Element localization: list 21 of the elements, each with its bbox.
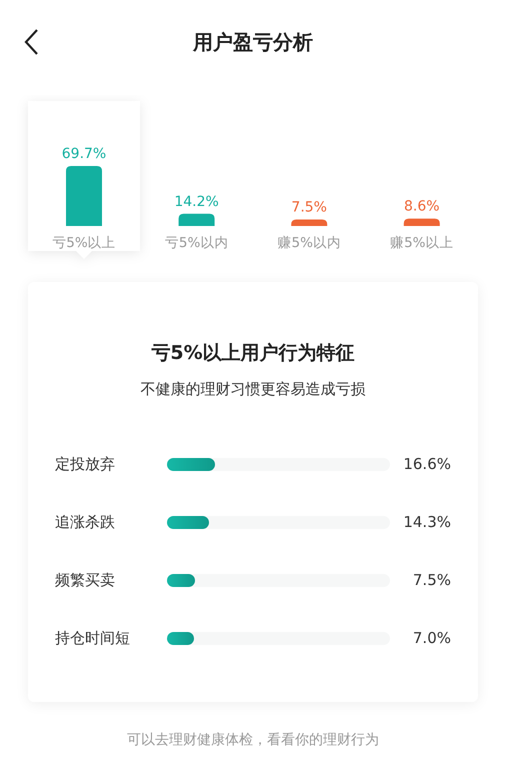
category-label[interactable]: 亏5%以内 [164,235,228,251]
value-label: 7.5% [291,200,327,216]
card-subtitle: 不健康的理财习惯更容易造成亏损 [140,380,366,399]
value-label: 8.6% [404,198,440,215]
trait-label: 定投放弃 [55,454,116,474]
category-label[interactable]: 赚5%以上 [390,235,454,251]
percentage-value: 14.3% [402,513,451,531]
back-icon[interactable] [22,28,40,56]
percentage-value: 16.6% [402,455,451,473]
trait-label: 频繁买卖 [55,570,116,590]
category-label[interactable]: 赚5%以内 [278,235,341,251]
percentage-value: 7.5% [412,571,451,589]
percentage-value: 7.0% [412,629,451,647]
value-label: 69.7% [62,146,106,162]
value-label: 14.2% [174,194,219,210]
category-label[interactable]: 亏5%以上 [52,235,116,251]
footer-hint: 可以去理财健康体检，看看你的理财行为 [126,731,380,749]
trait-label: 追涨杀跌 [55,512,116,532]
trait-label: 持仓时间短 [55,628,131,648]
page-title: 用户盈亏分析 [193,29,313,56]
card-title: 亏5%以上用户行为特征 [150,341,356,366]
